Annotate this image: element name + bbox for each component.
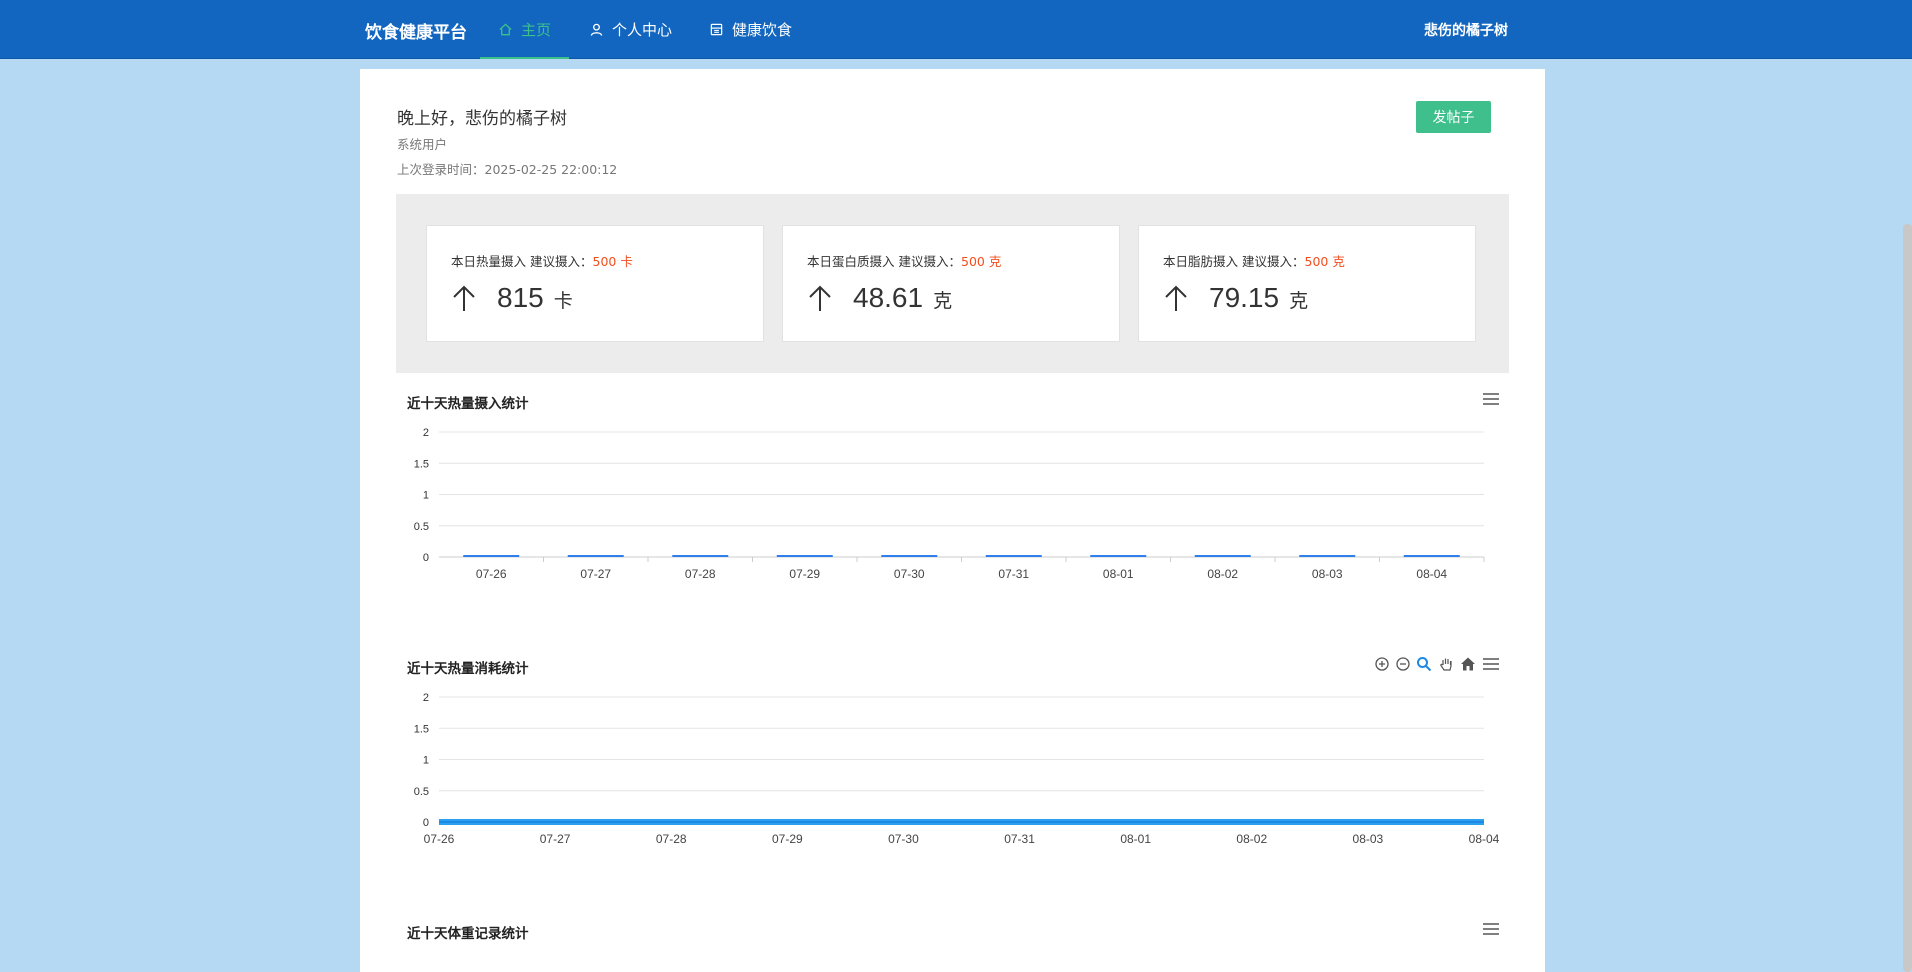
x-tick-label: 08-04 — [1416, 567, 1447, 581]
stat-card-calories: 本日热量摄入 建议摄入：500 卡 815 卡 — [426, 225, 764, 342]
y-tick-label: 0 — [423, 817, 429, 829]
stat-unit: 克 — [1289, 290, 1309, 312]
bar-mark — [1090, 555, 1147, 557]
x-tick-label: 08-03 — [1353, 832, 1384, 846]
x-tick-label: 07-31 — [1004, 832, 1035, 846]
user-icon — [590, 23, 603, 36]
x-tick-label: 07-29 — [789, 567, 820, 581]
bar-mark — [567, 555, 624, 557]
chart-title-weight: 近十天体重记录统计 — [407, 926, 529, 942]
stat-value: 815 卡 — [451, 282, 573, 314]
current-username[interactable]: 悲伤的橘子树 — [1424, 20, 1508, 40]
pan-hand-icon[interactable] — [1438, 656, 1454, 672]
arrow-up-icon — [1165, 285, 1187, 311]
home-icon — [499, 23, 512, 36]
greeting-text: 晚上好，悲伤的橘子树 — [397, 109, 567, 129]
nav-label-personal-center: 个人中心 — [612, 21, 673, 39]
x-tick-label: 08-03 — [1312, 567, 1343, 581]
recommended-value: 500 克 — [961, 254, 1002, 269]
arrow-up-icon — [809, 285, 831, 311]
main-content: 晚上好，悲伤的橘子树 系统用户 上次登录时间：2025-02-25 22:00:… — [360, 69, 1545, 972]
calorie-intake-chart: 0 0.5 1 1.5 2 07-26 07-27 07-28 07-29 07-30 07-31 0… — [414, 427, 1485, 581]
recommended-value: 500 克 — [1304, 254, 1345, 269]
stat-value: 79.15 克 — [1163, 282, 1308, 314]
nav-item-personal-center[interactable]: 个人中心 — [589, 0, 672, 59]
nav-label-home: 主页 — [521, 21, 552, 39]
y-tick-label: 1.5 — [414, 723, 429, 735]
y-tick-label: 0 — [423, 552, 429, 564]
x-tick-label: 07-26 — [424, 832, 455, 846]
nav-item-home[interactable]: 主页 — [479, 0, 570, 59]
daily-stats-panel: 本日热量摄入 建议摄入：500 卡 815 卡 本日蛋白质摄入 建议摄入：500… — [396, 194, 1509, 373]
x-tick-label: 08-01 — [1120, 832, 1151, 846]
x-tick-label: 08-01 — [1103, 567, 1134, 581]
bar-mark — [1299, 555, 1356, 557]
bar-mark — [776, 555, 833, 557]
calorie-consumption-chart: 0 0.5 1 1.5 2 07-26 07-27 07-28 07-29 07-30 07-31 0… — [414, 692, 1500, 846]
arrow-up-icon — [453, 285, 475, 311]
reset-home-icon[interactable] — [1460, 656, 1476, 672]
top-nav-bar: 饮食健康平台 主页 个人中心 健康饮食 悲伤的橘子树 — [0, 0, 1912, 59]
x-tick-label: 07-27 — [540, 832, 571, 846]
post-button[interactable]: 发帖子 — [1416, 101, 1491, 133]
stat-number: 79.15 — [1209, 282, 1280, 313]
x-tick-label: 07-26 — [476, 567, 507, 581]
stat-number: 48.61 — [853, 282, 924, 313]
recommended-value: 500 卡 — [592, 254, 633, 269]
stat-unit: 克 — [933, 290, 953, 312]
y-tick-label: 0.5 — [414, 786, 429, 798]
stat-value: 48.61 克 — [807, 282, 952, 314]
x-tick-label: 08-02 — [1207, 567, 1238, 581]
x-tick-label: 07-27 — [580, 567, 611, 581]
x-tick-label: 07-30 — [888, 832, 919, 846]
y-tick-label: 1 — [423, 755, 429, 767]
y-tick-label: 0.5 — [414, 521, 429, 533]
bar-mark — [985, 555, 1042, 557]
magnify-icon[interactable] — [1416, 656, 1432, 672]
y-tick-label: 2 — [423, 692, 429, 704]
chart-menu-icon[interactable] — [1482, 392, 1500, 406]
last-login-time: 上次登录时间：2025-02-25 22:00:12 — [397, 162, 618, 177]
x-tick-label: 07-28 — [656, 832, 687, 846]
y-tick-label: 2 — [423, 427, 429, 439]
bar-mark — [881, 555, 938, 557]
page-scrollbar[interactable] — [1903, 224, 1912, 972]
nav-label-healthy-diet: 健康饮食 — [732, 21, 793, 39]
x-tick-label: 07-28 — [685, 567, 716, 581]
bar-mark — [672, 555, 729, 557]
stat-title: 本日脂肪摄入 建议摄入：500 克 — [1163, 254, 1345, 269]
x-tick-label: 08-04 — [1469, 832, 1500, 846]
bar-mark — [1194, 555, 1251, 557]
x-tick-label: 07-29 — [772, 832, 803, 846]
x-tick-label: 08-02 — [1236, 832, 1267, 846]
chart-menu-icon[interactable] — [1482, 922, 1500, 936]
y-tick-label: 1 — [423, 490, 429, 502]
y-tick-label: 1.5 — [414, 458, 429, 470]
zoom-in-icon[interactable] — [1374, 656, 1390, 672]
x-tick-label: 07-31 — [998, 567, 1029, 581]
bar-mark — [463, 555, 520, 557]
bar-mark — [1403, 555, 1460, 557]
zoom-out-icon[interactable] — [1395, 656, 1411, 672]
stat-number: 815 — [497, 282, 544, 313]
nav-item-healthy-diet[interactable]: 健康饮食 — [709, 0, 792, 59]
food-icon — [710, 23, 723, 36]
stat-title: 本日热量摄入 建议摄入：500 卡 — [451, 254, 633, 269]
stat-card-protein: 本日蛋白质摄入 建议摄入：500 克 48.61 克 — [782, 225, 1120, 342]
brand-title[interactable]: 饮食健康平台 — [365, 18, 467, 43]
x-tick-label: 07-30 — [894, 567, 925, 581]
chart-menu-icon[interactable] — [1482, 657, 1500, 671]
stat-title: 本日蛋白质摄入 建议摄入：500 克 — [807, 254, 1002, 269]
chart-title-calorie-intake: 近十天热量摄入统计 — [407, 396, 529, 412]
stat-unit: 卡 — [553, 290, 573, 312]
stat-card-fat: 本日脂肪摄入 建议摄入：500 克 79.15 克 — [1138, 225, 1476, 342]
chart-title-calorie-consumption: 近十天热量消耗统计 — [407, 661, 529, 677]
user-role: 系统用户 — [397, 137, 448, 152]
